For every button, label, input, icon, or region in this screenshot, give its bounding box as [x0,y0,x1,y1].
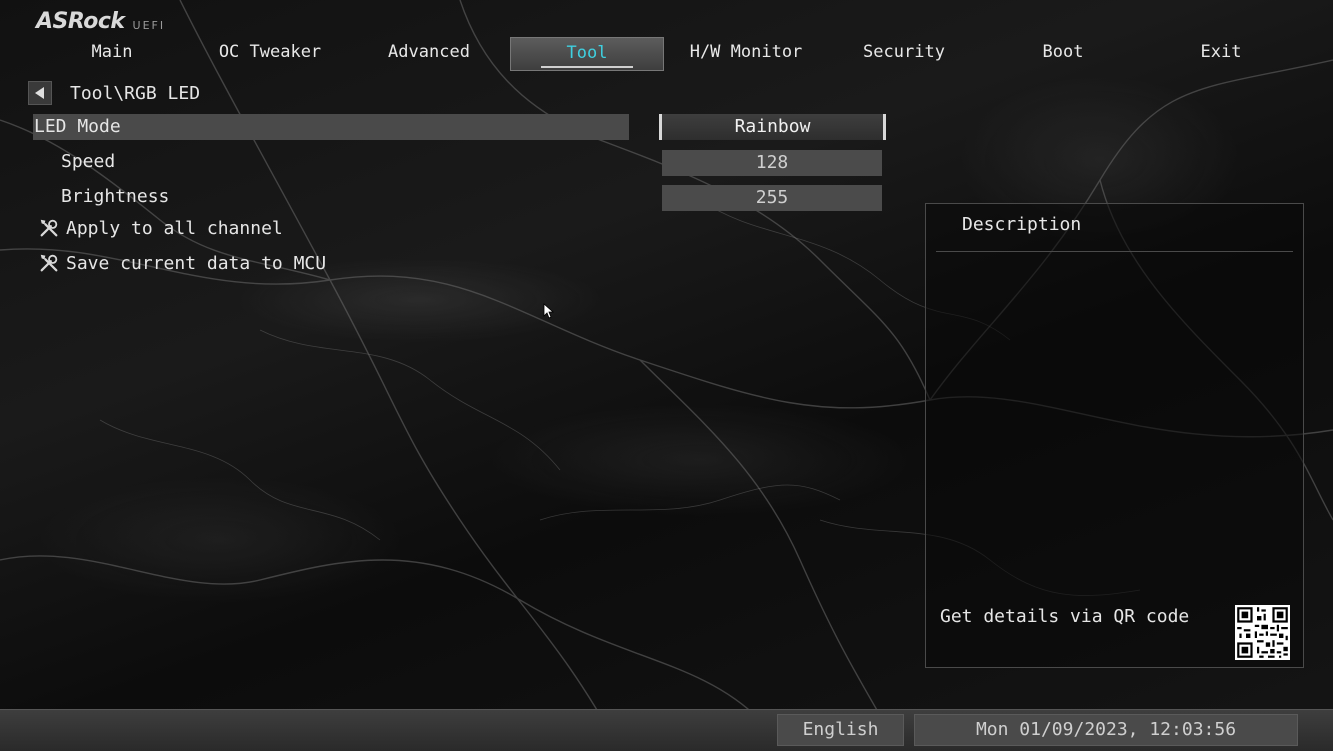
description-panel: Description Get details via QR code [925,203,1304,668]
qr-code-icon[interactable] [1235,605,1290,660]
led-mode-label[interactable]: LED Mode [34,114,121,140]
logo-sub: UEFI [132,19,166,32]
apply-all-channel-label: Apply to all channel [66,217,283,239]
tab-main[interactable]: Main [35,37,189,71]
qr-label: Get details via QR code [940,606,1190,627]
save-to-mcu-item[interactable]: Save current data to MCU [38,250,326,276]
description-title: Description [962,214,1082,235]
tab-hw-monitor[interactable]: H/W Monitor [669,37,823,71]
selected-row-highlight [33,114,629,140]
logo-text: ASRock [36,9,125,34]
tab-security[interactable]: Security [827,37,981,71]
status-footer: English Mon 01/09/2023, 12:03:56 [0,709,1333,751]
tab-exit[interactable]: Exit [1144,37,1298,71]
asrock-logo: ASRock UEFI [36,6,165,34]
apply-all-channel-item[interactable]: Apply to all channel [38,215,283,241]
language-button[interactable]: English [777,714,904,746]
brightness-field[interactable]: 255 [662,185,882,211]
back-arrow-icon [35,87,44,99]
brightness-label[interactable]: Brightness [61,184,169,210]
save-to-mcu-label: Save current data to MCU [66,252,327,274]
tab-tool[interactable]: Tool [510,37,664,71]
speed-label[interactable]: Speed [61,149,115,175]
wrench-screwdriver-icon [40,254,58,272]
back-button[interactable] [28,81,52,105]
wrench-screwdriver-icon [40,219,58,237]
speed-field[interactable]: 128 [662,150,882,176]
mouse-cursor-icon [543,303,555,319]
main-tab-bar: Main OC Tweaker Advanced Tool H/W Monito… [32,37,1302,71]
breadcrumb-path: Tool\RGB LED [70,82,201,104]
tab-oc-tweaker[interactable]: OC Tweaker [193,37,347,71]
tab-advanced[interactable]: Advanced [352,37,506,71]
description-divider [936,251,1293,252]
datetime-display: Mon 01/09/2023, 12:03:56 [914,714,1298,746]
tab-boot[interactable]: Boot [986,37,1140,71]
breadcrumb: Tool\RGB LED [28,81,200,105]
led-mode-select[interactable]: Rainbow [659,114,886,140]
